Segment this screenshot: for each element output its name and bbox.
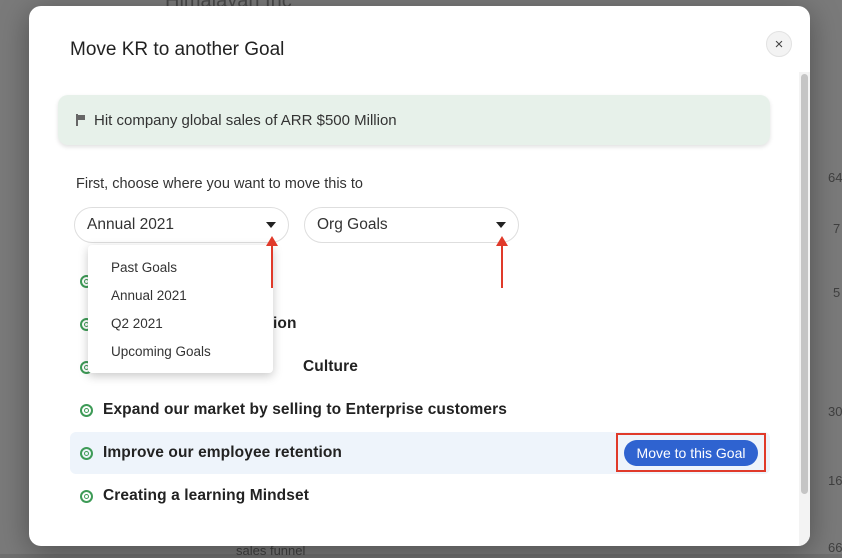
goal-label: ion <box>273 315 297 332</box>
scope-select-value: Org Goals <box>317 216 388 233</box>
key-result-card: Hit company global sales of ARR $500 Mil… <box>58 95 770 145</box>
scrollbar-thumb[interactable] <box>801 74 808 494</box>
background-number: 30 <box>828 404 842 419</box>
scope-select[interactable]: Org Goals <box>304 207 519 243</box>
period-select[interactable]: Annual 2021 <box>74 207 289 243</box>
goal-item[interactable]: Creating a learning Mindset <box>70 475 770 517</box>
background-number: 16 <box>828 473 842 488</box>
dropdown-option-upcoming-goals[interactable]: Upcoming Goals <box>111 344 211 359</box>
background-number: 5 <box>833 285 841 300</box>
goal-item[interactable]: Expand our market by selling to Enterpri… <box>70 389 770 431</box>
move-to-goal-button[interactable]: Move to this Goal <box>623 439 759 466</box>
background-number: 64 <box>828 170 842 185</box>
period-dropdown-menu: Past Goals Annual 2021 Q2 2021 Upcoming … <box>88 245 273 373</box>
goal-label: Expand our market by selling to Enterpri… <box>103 401 508 418</box>
scrollbar[interactable] <box>799 72 810 546</box>
caret-down-icon <box>496 222 506 228</box>
target-icon <box>80 489 93 503</box>
annotation-arrow <box>496 236 508 288</box>
close-button[interactable]: × <box>766 31 792 57</box>
modal-title: Move KR to another Goal <box>70 39 285 60</box>
goal-label: Culture <box>303 358 358 375</box>
dropdown-option-annual-2021[interactable]: Annual 2021 <box>111 288 187 303</box>
goal-label: Improve our employee retention <box>103 444 342 461</box>
dropdown-option-q2-2021[interactable]: Q2 2021 <box>111 316 163 331</box>
goal-label: Creating a learning Mindset <box>103 487 309 504</box>
background-number: 66 <box>828 540 842 555</box>
move-kr-modal: Move KR to another Goal × Hit company gl… <box>29 6 810 546</box>
period-select-value: Annual 2021 <box>87 216 175 233</box>
target-icon <box>80 403 93 417</box>
key-result-title: Hit company global sales of ARR $500 Mil… <box>94 111 397 129</box>
background-number: 7 <box>833 221 841 236</box>
annotation-arrow <box>266 236 278 288</box>
dropdown-option-past-goals[interactable]: Past Goals <box>111 260 177 275</box>
close-icon: × <box>774 35 784 53</box>
caret-down-icon <box>266 222 276 228</box>
flag-icon <box>76 114 86 126</box>
move-button-highlight: Move to this Goal <box>616 433 766 472</box>
instructions-text: First, choose where you want to move thi… <box>76 176 363 192</box>
target-icon <box>80 446 93 460</box>
